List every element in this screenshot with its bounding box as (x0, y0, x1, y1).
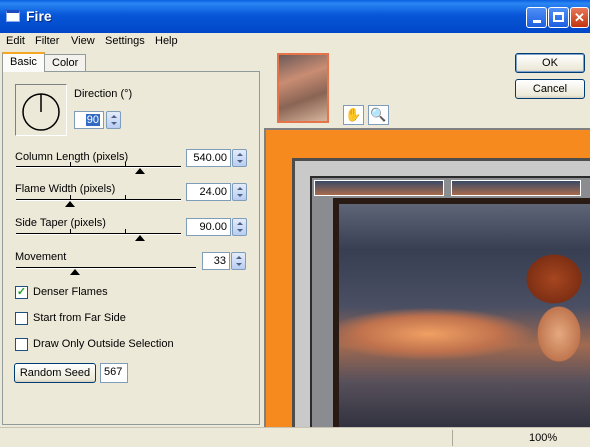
maximize-icon (553, 12, 564, 22)
close-button[interactable]: ✕ (570, 7, 589, 28)
title-bar: Fire ✕ (0, 0, 590, 33)
flame-width-slider-track[interactable] (16, 199, 181, 201)
status-bar: 100% (0, 427, 590, 447)
flame-width-label: Flame Width (pixels) (15, 183, 116, 195)
cancel-button[interactable]: Cancel (515, 79, 585, 99)
flame-width-tick (70, 195, 71, 199)
side-taper-spinner[interactable] (232, 218, 247, 236)
outside-selection-label[interactable]: Draw Only Outside Selection (33, 338, 174, 350)
column-length-slider-track[interactable] (16, 166, 181, 168)
direction-spinner[interactable] (106, 111, 121, 129)
ok-button[interactable]: OK (515, 53, 585, 73)
tab-color[interactable]: Color (44, 54, 87, 71)
status-separator (452, 430, 453, 446)
minimize-icon (532, 20, 541, 23)
menu-settings[interactable]: Settings (105, 35, 145, 47)
magnifier-icon: 🔍 (370, 107, 387, 122)
preview-image (333, 198, 590, 428)
outside-selection-checkbox[interactable] (15, 338, 28, 351)
start-far-side-label[interactable]: Start from Far Side (33, 312, 126, 324)
menu-filter[interactable]: Filter (35, 35, 59, 47)
preview-tile (314, 180, 444, 196)
maximize-button[interactable] (548, 7, 569, 28)
side-taper-tick (125, 229, 126, 233)
window-title: Fire (26, 8, 52, 24)
close-icon: ✕ (574, 10, 585, 25)
side-taper-slider-thumb[interactable] (134, 235, 145, 241)
hand-pan-icon: ✋ (345, 107, 362, 122)
side-taper-slider-track[interactable] (16, 233, 181, 235)
window-icon (6, 10, 20, 22)
direction-value: 90 (85, 114, 100, 126)
random-seed-input[interactable]: 567 (100, 363, 128, 383)
flame-width-spinner[interactable] (232, 183, 247, 201)
direction-input[interactable]: 90 (74, 111, 104, 129)
menu-view[interactable]: View (71, 35, 95, 47)
zoom-level: 100% (529, 432, 558, 444)
menu-bar: Edit Filter View Settings Help (0, 33, 590, 51)
direction-dial-graphic (22, 93, 60, 131)
preview-pane[interactable] (264, 128, 590, 428)
menu-help[interactable]: Help (155, 35, 178, 47)
source-thumbnail[interactable] (277, 53, 329, 123)
column-length-spinner[interactable] (232, 149, 247, 167)
hand-tool[interactable]: ✋ (343, 105, 364, 125)
column-length-tick (125, 162, 126, 166)
movement-spinner[interactable] (231, 252, 246, 270)
column-length-input[interactable]: 540.00 (186, 149, 231, 167)
column-length-tick (70, 162, 71, 166)
direction-dial[interactable] (15, 84, 67, 136)
movement-input[interactable]: 33 (202, 252, 230, 270)
denser-flames-label[interactable]: Denser Flames (33, 286, 108, 298)
movement-slider-track[interactable] (16, 267, 196, 269)
column-length-label: Column Length (pixels) (15, 151, 129, 163)
menu-edit[interactable]: Edit (6, 35, 25, 47)
movement-slider-thumb[interactable] (70, 269, 81, 275)
minimize-button[interactable] (526, 7, 547, 28)
flame-width-tick (125, 195, 126, 199)
start-far-side-checkbox[interactable] (15, 312, 28, 325)
movement-label: Movement (15, 251, 67, 263)
zoom-tool[interactable]: 🔍 (368, 105, 389, 125)
random-seed-button[interactable]: Random Seed (14, 363, 96, 383)
side-taper-tick (70, 229, 71, 233)
denser-flames-checkbox[interactable]: ✓ (15, 286, 28, 299)
tab-basic[interactable]: Basic (2, 52, 45, 72)
side-taper-input[interactable]: 90.00 (186, 218, 231, 236)
flame-width-slider-thumb[interactable] (65, 201, 76, 207)
side-taper-label: Side Taper (pixels) (15, 217, 106, 229)
column-length-slider-thumb[interactable] (134, 168, 145, 174)
preview-tile (451, 180, 581, 196)
flame-width-input[interactable]: 24.00 (186, 183, 231, 201)
direction-label: Direction (°) (74, 88, 133, 100)
